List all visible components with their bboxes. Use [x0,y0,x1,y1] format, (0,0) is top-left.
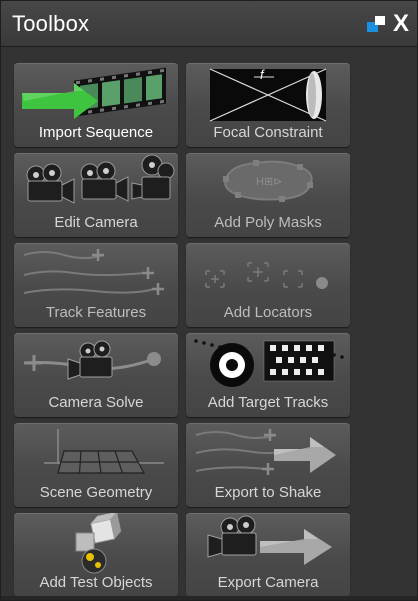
tool-label: Add Poly Masks [214,214,322,231]
toolbox-titlebar[interactable]: Toolbox X [1,1,417,47]
tool-label: Add Locators [223,304,313,321]
import-sequence-button[interactable]: Import Sequence [14,63,178,147]
poly-mask-icon: H⊞⊳ [223,160,313,202]
export-camera-icon [207,515,332,565]
scene-geometry-button[interactable]: Scene Geometry [14,423,178,507]
edit-camera-icon [26,154,175,204]
camera-solve-button[interactable]: Camera Solve [14,333,178,417]
tool-label: Focal Constraint [213,124,323,141]
tool-label: Scene Geometry [39,484,153,501]
panel-title: Toolbox [12,10,90,36]
tool-label: Export to Shake [214,484,322,501]
tool-label: Camera Solve [48,394,144,411]
export-camera-button[interactable]: Export Camera [186,513,350,597]
focal-constraint-button[interactable]: f Focal Constraint [186,63,350,147]
edit-camera-button[interactable]: Edit Camera [14,153,178,237]
float-window-icon[interactable] [366,15,385,32]
track-features-button[interactable]: Track Features [14,243,178,327]
tool-label: Import Sequence [38,124,154,141]
import-sequence-icon [22,67,166,119]
tool-label: Edit Camera [54,214,138,231]
test-objects-icon [75,513,122,574]
camera-solve-icon [23,340,161,380]
locators-icon [205,262,328,289]
tool-grid: Import Sequence f Focal Constraint Edit … [14,63,350,597]
track-features-icon [23,249,164,295]
add-target-tracks-button[interactable]: Add Target Tracks [186,333,350,417]
add-test-objects-button[interactable]: Add Test Objects [14,513,178,597]
svg-text:H⊞⊳: H⊞⊳ [256,176,282,188]
close-button[interactable]: X [393,11,409,36]
tool-label: Add Test Objects [39,574,153,591]
target-tracks-icon [194,339,344,387]
add-locators-button[interactable]: Add Locators [186,243,350,327]
titlebar-controls: X [366,11,409,36]
export-to-shake-button[interactable]: Export to Shake [186,423,350,507]
scene-geometry-icon [44,429,164,474]
tool-label: Export Camera [217,574,319,591]
focal-constraint-icon: f [209,67,327,122]
add-poly-masks-button[interactable]: H⊞⊳ Add Poly Masks [186,153,350,237]
tool-label: Add Target Tracks [207,394,329,411]
tool-label: Track Features [45,304,147,321]
panel-bottom-border [1,596,417,600]
toolbox-panel: Toolbox X Import Sequence f Focal Constr… [0,0,418,601]
export-shake-icon [195,429,336,475]
